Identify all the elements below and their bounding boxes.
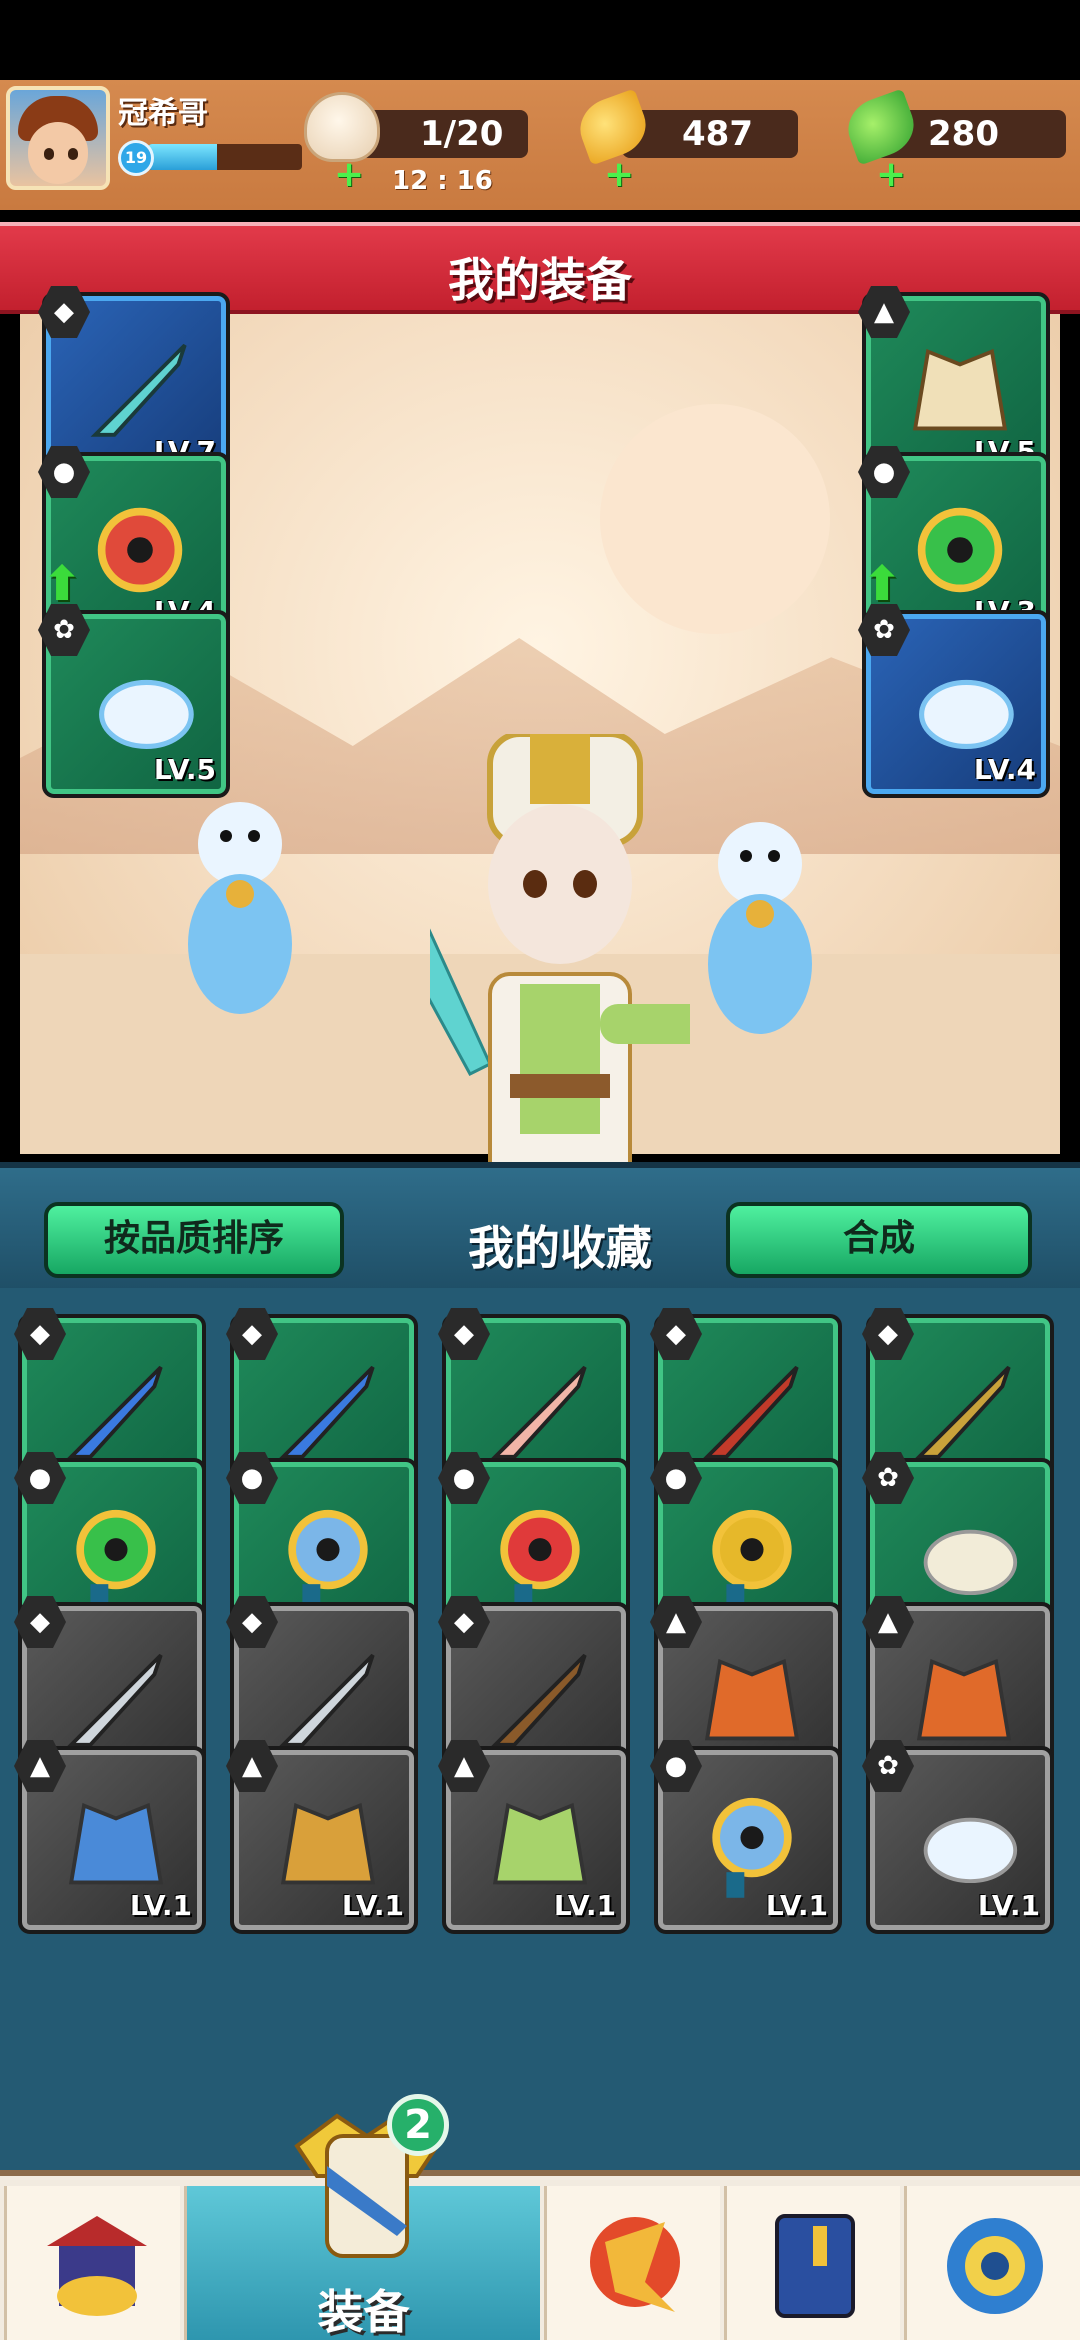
collection-header: 按品质排序 我的收藏 合成 bbox=[0, 1168, 1080, 1288]
player-avatar[interactable] bbox=[6, 86, 110, 190]
slot-level: LV.5 bbox=[153, 753, 216, 786]
stamina-timer: 12 : 16 bbox=[392, 166, 493, 196]
pet-ferret-left bbox=[188, 802, 292, 1014]
gold-counter: 487 bbox=[622, 110, 798, 158]
nav-settings[interactable] bbox=[904, 2186, 1080, 2340]
jade-value: 280 bbox=[928, 114, 999, 154]
item-level: LV.1 bbox=[977, 1889, 1040, 1922]
add-gold-icon[interactable]: + bbox=[604, 157, 634, 193]
nav-battle[interactable] bbox=[544, 2186, 720, 2340]
player-level-badge: 19 bbox=[118, 140, 154, 176]
background-sun bbox=[600, 404, 830, 634]
item-level: LV.1 bbox=[129, 1889, 192, 1922]
add-stamina-icon[interactable]: + bbox=[334, 157, 364, 193]
collection-item-gold-armor[interactable]: ▲ LV.1 bbox=[226, 1740, 418, 1934]
nav-book[interactable] bbox=[724, 2186, 900, 2340]
item-level: LV.1 bbox=[553, 1889, 616, 1922]
collection-title: 我的收藏 bbox=[468, 1221, 652, 1275]
pet-ferret-right bbox=[708, 822, 812, 1034]
item-level: LV.1 bbox=[341, 1889, 404, 1922]
slot-level: LV.4 bbox=[973, 753, 1036, 786]
book-icon bbox=[775, 2214, 855, 2318]
nav-equipment[interactable]: 2 装备 bbox=[184, 2094, 540, 2340]
system-status-bar bbox=[0, 0, 1080, 80]
stamina-value: 1/20 bbox=[420, 114, 504, 154]
item-level: LV.1 bbox=[765, 1889, 828, 1922]
player-name: 冠希哥 bbox=[118, 96, 208, 131]
equipment-stage: ◆LV.7▲LV.5●⬆LV.4●⬆LV.3✿LV.5✿LV.4 攻击 598 … bbox=[20, 286, 1060, 1424]
resource-header: 冠希哥 19 1/20 + 12 : 16 487 + 280 + bbox=[0, 80, 1080, 210]
bottom-nav: 2 装备 bbox=[0, 2094, 1080, 2340]
shop-icon bbox=[47, 2216, 147, 2316]
collection-item-green-robe[interactable]: ▲ LV.1 bbox=[438, 1740, 630, 1934]
collection-item-blue-jade[interactable]: ●LV.1 bbox=[650, 1740, 842, 1934]
collection-item-ferret[interactable]: ✿ LV.1 bbox=[862, 1740, 1054, 1934]
upgrade-arrow-icon: ⬆ bbox=[42, 556, 83, 612]
collection-item-blue-coat[interactable]: ▲ LV.1 bbox=[14, 1740, 206, 1934]
settings-icon bbox=[947, 2218, 1043, 2314]
stamina-counter: 1/20 bbox=[360, 110, 528, 158]
merge-button[interactable]: 合成 bbox=[726, 1202, 1032, 1278]
equipped-slot-pet[interactable]: ✿ LV.5 bbox=[38, 604, 230, 798]
nav-equipment-label: 装备 bbox=[317, 2285, 410, 2339]
equipped-slot-pet[interactable]: ✿ LV.4 bbox=[858, 604, 1050, 798]
battle-icon bbox=[590, 2217, 680, 2312]
collection-panel: 按品质排序 我的收藏 合成 ◆LV.1◆LV.1◆LV.1◆LV.1◆LV.1●… bbox=[0, 1162, 1080, 2172]
sort-by-quality-button[interactable]: 按品质排序 bbox=[44, 1202, 344, 1278]
add-jade-icon[interactable]: + bbox=[876, 157, 906, 193]
nav-shop[interactable] bbox=[4, 2186, 180, 2340]
steamed-bun-icon bbox=[304, 92, 380, 162]
upgrade-arrow-icon: ⬆ bbox=[862, 556, 903, 612]
equipment-badge-count: 2 bbox=[387, 2094, 449, 2156]
gold-value: 487 bbox=[682, 114, 753, 154]
collection-row: ▲ LV.1 ▲ LV.1 ▲ LV.1 ● LV.1 ✿ LV.1 bbox=[14, 1740, 1062, 1942]
exp-bar bbox=[148, 144, 302, 170]
